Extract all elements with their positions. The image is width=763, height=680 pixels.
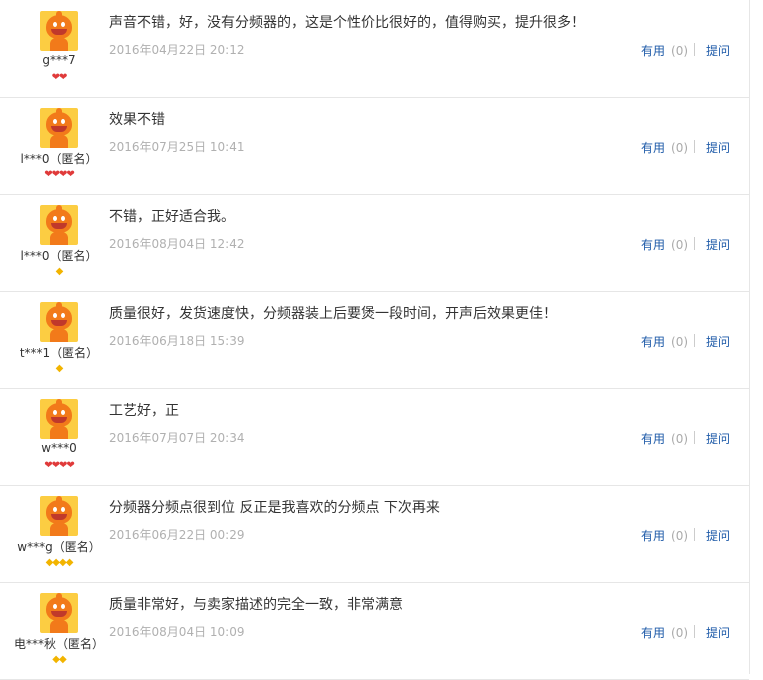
divider bbox=[694, 334, 695, 347]
useful-count: (0) bbox=[671, 335, 689, 349]
useful-label: 有用 bbox=[641, 432, 666, 446]
ask-button[interactable]: 提问 bbox=[706, 624, 730, 641]
user-level-badges: ❤❤ bbox=[0, 72, 118, 84]
avatar[interactable] bbox=[40, 302, 78, 342]
user-level-badges: ◆◆ bbox=[0, 654, 118, 666]
review-item: g***7 ❤❤ 声音不错，好，没有分频器的，这是个性价比很好的，值得购买，提升… bbox=[0, 0, 749, 98]
ask-button[interactable]: 提问 bbox=[706, 42, 730, 59]
reviewer-name: l***0（匿名） bbox=[20, 152, 98, 166]
ask-button[interactable]: 提问 bbox=[706, 430, 730, 447]
user-level-badges: ❤❤❤❤ bbox=[0, 460, 118, 472]
useful-label: 有用 bbox=[641, 529, 666, 543]
diamond-icon: ◆ bbox=[52, 654, 60, 665]
divider bbox=[694, 528, 695, 541]
avatar[interactable] bbox=[40, 205, 78, 245]
reviewer-name: w***0 bbox=[41, 441, 77, 455]
useful-count: (0) bbox=[671, 141, 689, 155]
reviewer-name: t***1（匿名） bbox=[19, 346, 99, 360]
diamond-icon: ◆ bbox=[52, 557, 60, 568]
review-item: w***g（匿名） ◆◆◆◆ 分频器分频点很到位 反正是我喜欢的分频点 下次再来… bbox=[0, 485, 749, 583]
useful-label: 有用 bbox=[641, 141, 666, 155]
useful-label: 有用 bbox=[641, 335, 666, 349]
heart-icon: ❤ bbox=[66, 169, 74, 180]
avatar[interactable] bbox=[40, 399, 78, 439]
divider bbox=[694, 625, 695, 638]
useful-button[interactable]: 有用 (0) bbox=[641, 333, 688, 350]
useful-label: 有用 bbox=[641, 44, 666, 58]
heart-icon: ❤ bbox=[51, 460, 60, 471]
useful-count: (0) bbox=[671, 626, 689, 640]
useful-button[interactable]: 有用 (0) bbox=[641, 430, 688, 447]
avatar[interactable] bbox=[40, 593, 78, 633]
avatar[interactable] bbox=[40, 108, 78, 148]
user-level-badges: ◆ bbox=[0, 363, 118, 375]
review-content: 不错，正好适合我。 bbox=[109, 209, 235, 225]
heart-icon: ❤ bbox=[44, 169, 52, 180]
review-date: 2016年06月18日 15:39 bbox=[109, 334, 245, 348]
review-date: 2016年08月04日 10:09 bbox=[109, 625, 245, 639]
review-date: 2016年07月25日 10:41 bbox=[109, 140, 245, 154]
review-content: 效果不错 bbox=[109, 112, 165, 128]
divider bbox=[694, 43, 695, 56]
ask-button[interactable]: 提问 bbox=[706, 139, 730, 156]
useful-button[interactable]: 有用 (0) bbox=[641, 624, 688, 641]
review-date: 2016年07月07日 20:34 bbox=[109, 431, 245, 445]
review-item: 电***秋（匿名） ◆◆ 质量非常好，与卖家描述的完全一致，非常满意 2016年… bbox=[0, 582, 749, 680]
useful-label: 有用 bbox=[641, 626, 666, 640]
user-level-badges: ◆ bbox=[0, 266, 118, 278]
reviewer-name: g***7 bbox=[42, 53, 76, 67]
useful-count: (0) bbox=[671, 44, 689, 58]
ask-button[interactable]: 提问 bbox=[706, 333, 730, 350]
review-item: l***0（匿名） ❤❤❤❤ 效果不错 2016年07月25日 10:41 有用… bbox=[0, 97, 749, 195]
review-item: t***1（匿名） ◆ 质量很好，发货速度快，分频器装上后要煲一段时间，开声后效… bbox=[0, 291, 749, 389]
useful-count: (0) bbox=[671, 238, 689, 252]
useful-button[interactable]: 有用 (0) bbox=[641, 139, 688, 156]
review-content: 质量很好，发货速度快，分频器装上后要煲一段时间，开声后效果更佳！ bbox=[109, 306, 557, 322]
ask-button[interactable]: 提问 bbox=[706, 527, 730, 544]
reviewer-name: w***g（匿名） bbox=[17, 540, 101, 554]
ask-button[interactable]: 提问 bbox=[706, 236, 730, 253]
divider bbox=[694, 237, 695, 250]
heart-icon: ❤ bbox=[66, 460, 74, 471]
avatar[interactable] bbox=[40, 11, 78, 51]
heart-icon: ❤ bbox=[51, 72, 60, 83]
review-date: 2016年08月04日 12:42 bbox=[109, 237, 245, 251]
review-content: 声音不错，好，没有分频器的，这是个性价比很好的，值得购买，提升很多！ bbox=[109, 15, 585, 31]
diamond-icon: ◆ bbox=[59, 654, 67, 665]
review-date: 2016年06月22日 00:29 bbox=[109, 528, 245, 542]
diamond-icon: ◆ bbox=[65, 557, 74, 568]
useful-button[interactable]: 有用 (0) bbox=[641, 42, 688, 59]
review-list: g***7 ❤❤ 声音不错，好，没有分频器的，这是个性价比很好的，值得购买，提升… bbox=[0, 0, 750, 680]
reviewer-name: l***0（匿名） bbox=[20, 249, 98, 263]
useful-label: 有用 bbox=[641, 238, 666, 252]
diamond-icon: ◆ bbox=[55, 363, 64, 374]
heart-icon: ❤ bbox=[44, 460, 52, 471]
divider bbox=[694, 140, 695, 153]
review-item: w***0 ❤❤❤❤ 工艺好，正 2016年07月07日 20:34 有用 (0)… bbox=[0, 388, 749, 486]
useful-count: (0) bbox=[671, 529, 689, 543]
divider bbox=[694, 431, 695, 444]
user-level-badges: ◆◆◆◆ bbox=[0, 557, 118, 569]
review-content: 工艺好，正 bbox=[109, 403, 179, 419]
diamond-icon: ◆ bbox=[59, 557, 67, 568]
useful-count: (0) bbox=[671, 432, 689, 446]
review-date: 2016年04月22日 20:12 bbox=[109, 43, 245, 57]
reviewer-name: 电***秋（匿名） bbox=[13, 637, 104, 651]
user-level-badges: ❤❤❤❤ bbox=[0, 169, 118, 181]
avatar[interactable] bbox=[40, 496, 78, 536]
useful-button[interactable]: 有用 (0) bbox=[641, 236, 688, 253]
useful-button[interactable]: 有用 (0) bbox=[641, 527, 688, 544]
review-content: 分频器分频点很到位 反正是我喜欢的分频点 下次再来 bbox=[109, 500, 440, 516]
review-item: l***0（匿名） ◆ 不错，正好适合我。 2016年08月04日 12:42 … bbox=[0, 194, 749, 292]
review-content: 质量非常好，与卖家描述的完全一致，非常满意 bbox=[109, 597, 403, 613]
heart-icon: ❤ bbox=[59, 72, 67, 83]
diamond-icon: ◆ bbox=[55, 266, 64, 277]
heart-icon: ❤ bbox=[51, 169, 60, 180]
